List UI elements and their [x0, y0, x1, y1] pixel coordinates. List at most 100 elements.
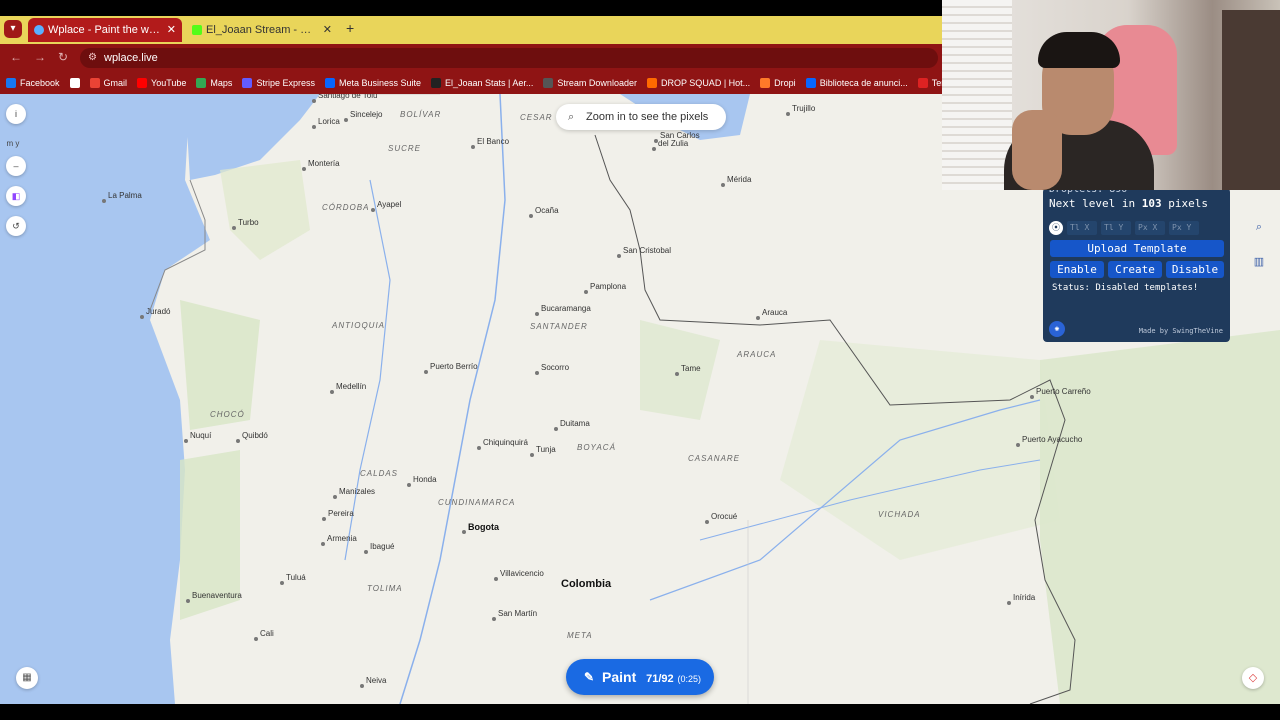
region-label: CESAR: [520, 113, 553, 122]
streamer-hair: [1038, 32, 1120, 68]
bookmark-label: Meta Business Suite: [338, 78, 422, 88]
paint-label: Paint: [602, 669, 637, 685]
city-label: Nuquí: [190, 431, 212, 440]
city-label: Honda: [413, 475, 437, 484]
zoom-icon: ⌕: [568, 111, 575, 123]
city-label: Medellín: [336, 382, 367, 391]
bookmark-item[interactable]: YouTube: [137, 78, 186, 88]
bookmark-label: Dropi: [774, 78, 796, 88]
bookmark-label: Templates | Virathu...: [931, 78, 942, 88]
city-dot: [652, 147, 656, 151]
tab-stream[interactable]: El_Joaan Stream - Watch Live o ✕: [186, 18, 338, 42]
reload-icon[interactable]: ↻: [58, 50, 68, 64]
tab-wplace[interactable]: Wplace - Paint the world ✕: [28, 18, 182, 42]
bookmark-item[interactable]: Facebook: [6, 78, 60, 88]
pixel-x-input[interactable]: Px X: [1135, 221, 1165, 235]
address-bar[interactable]: ⚙ wplace.live: [80, 48, 938, 68]
bookmark-item[interactable]: El_Joaan Stats | Aer...: [431, 78, 533, 88]
city-dot: [407, 483, 411, 487]
tab-search-icon[interactable]: ▾: [4, 20, 22, 38]
city-label: Bucaramanga: [541, 304, 591, 313]
bookmark-item[interactable]: Maps: [196, 78, 232, 88]
bookmark-label: Facebook: [20, 78, 60, 88]
info-button[interactable]: i: [6, 104, 26, 124]
tile-y-input[interactable]: Tl Y: [1101, 221, 1131, 235]
disable-button[interactable]: Disable: [1166, 261, 1224, 278]
new-tab-button[interactable]: +: [346, 20, 354, 36]
city-label: Ibagué: [370, 542, 395, 551]
city-label: Bogota: [468, 522, 499, 532]
forward-icon[interactable]: →: [34, 50, 46, 64]
city-dot: [186, 599, 190, 603]
leaderboard-icon[interactable]: ▥: [1250, 253, 1268, 271]
city-dot: [530, 453, 534, 457]
twitch-button[interactable]: ◧: [6, 186, 26, 206]
paint-button[interactable]: ✎ Paint 71/92 (0:25): [566, 659, 714, 695]
enable-button[interactable]: Enable: [1050, 261, 1104, 278]
download-icon: [543, 78, 554, 88]
city-dot: [232, 226, 236, 230]
meta-icon: [805, 78, 816, 88]
bookmark-item[interactable]: [69, 78, 80, 88]
region-label: SANTANDER: [530, 322, 588, 331]
palette-button[interactable]: ▦: [16, 667, 38, 689]
city-label: Villavicencio: [500, 569, 544, 578]
bookmark-item[interactable]: Dropi: [760, 78, 796, 88]
city-dot: [494, 577, 498, 581]
region-label: SUCRE: [388, 144, 422, 153]
paint-charges: 71/92: [646, 673, 674, 685]
undo-button[interactable]: ↺: [6, 216, 26, 236]
city-dot: [529, 214, 533, 218]
city-dot: [344, 118, 348, 122]
city-label: Lorica: [318, 117, 340, 126]
city-label: Ayapel: [377, 200, 402, 209]
undo-icon: ↺: [12, 221, 20, 231]
pixel-y-input[interactable]: Px Y: [1169, 221, 1199, 235]
city-dot: [280, 581, 284, 585]
city-dot: [322, 517, 326, 521]
bluemarble-logo-icon[interactable]: ✺: [1049, 321, 1065, 337]
city-dot: [462, 530, 466, 534]
city-dot: [535, 312, 539, 316]
fire-icon: [646, 78, 657, 88]
wplace-favicon-icon: [34, 25, 44, 35]
minus-button[interactable]: –: [6, 156, 26, 176]
city-dot: [1016, 443, 1020, 447]
grid-icon: ▦: [22, 672, 32, 683]
bookmark-item[interactable]: Biblioteca de anunci...: [805, 78, 908, 88]
screen: ▾ Wplace - Paint the world ✕ El_Joaan St…: [0, 0, 1280, 720]
bookmark-item[interactable]: Gmail: [89, 78, 127, 88]
city-label: Neiva: [366, 676, 387, 685]
close-tab-icon[interactable]: ✕: [323, 18, 332, 42]
search-location-icon[interactable]: ⌕: [1250, 218, 1268, 236]
city-label: Turbo: [238, 218, 259, 227]
v-icon: [917, 78, 928, 88]
bookmark-label: Maps: [210, 78, 233, 88]
window-blind: [942, 0, 1012, 190]
site-info-icon[interactable]: ⚙: [88, 48, 97, 68]
city-dot: [333, 495, 337, 499]
upload-template-button[interactable]: Upload Template: [1050, 240, 1224, 257]
kick-favicon-icon: [192, 25, 202, 35]
city-label: El Banco: [477, 137, 510, 146]
tab-title: El_Joaan Stream - Watch Live o: [206, 24, 318, 36]
locate-button[interactable]: ◇: [1242, 667, 1264, 689]
bookmark-item[interactable]: Stripe Express: [242, 78, 315, 88]
city-label: Trujillo: [792, 104, 816, 113]
city-label: Orocué: [711, 512, 738, 521]
bookmark-item[interactable]: Stream Downloader: [543, 78, 637, 88]
back-icon[interactable]: ←: [10, 50, 22, 64]
city-dot: [364, 550, 368, 554]
city-label: San Martín: [498, 609, 538, 618]
close-tab-icon[interactable]: ✕: [167, 18, 176, 42]
create-button[interactable]: Create: [1108, 261, 1162, 278]
bookmark-item[interactable]: DROP SQUAD | Hot...: [646, 78, 750, 88]
tile-x-input[interactable]: Tl X: [1067, 221, 1097, 235]
bookmark-item[interactable]: Meta Business Suite: [324, 78, 422, 88]
account-button[interactable]: m y: [0, 134, 26, 154]
city-dot: [312, 125, 316, 129]
city-dot: [1030, 395, 1034, 399]
bookmark-item[interactable]: Templates | Virathu...: [917, 78, 942, 88]
pin-icon[interactable]: ⦿: [1049, 221, 1063, 235]
city-label: Ocaña: [535, 206, 559, 215]
